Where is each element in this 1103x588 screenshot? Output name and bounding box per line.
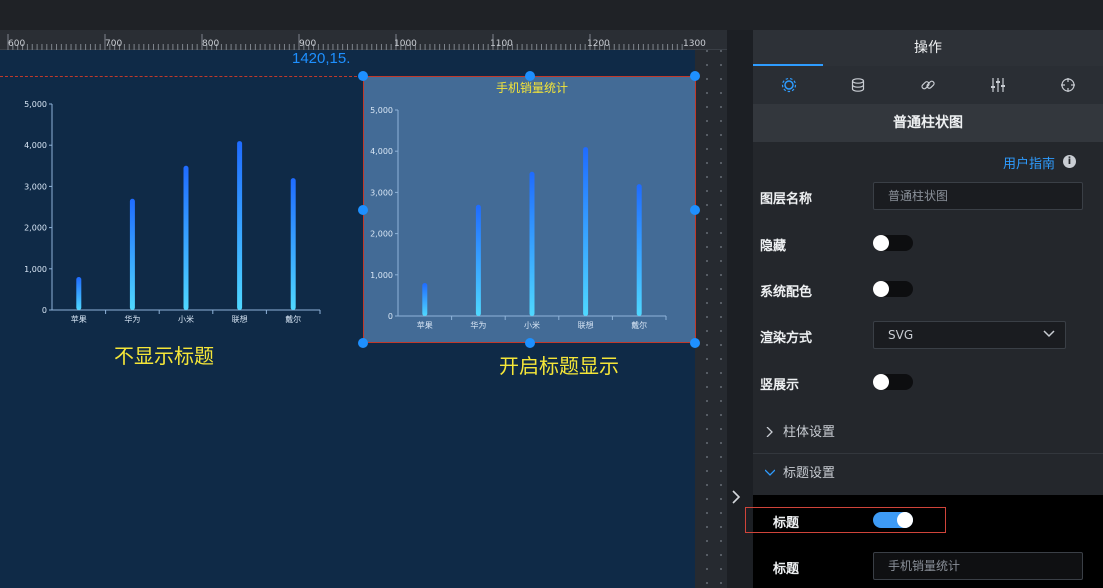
y-tick-label: 0	[388, 312, 393, 321]
annotation-highlight	[745, 507, 946, 533]
bar	[583, 147, 589, 316]
resize-handle[interactable]	[525, 71, 535, 81]
x-tick-label: 华为	[124, 314, 140, 324]
ruler-label: 800	[202, 39, 220, 49]
x-tick-label: 小米	[524, 320, 540, 330]
resize-handle[interactable]	[525, 338, 535, 348]
crosshair-icon[interactable]	[1060, 77, 1076, 93]
bar-settings-section[interactable]: 柱体设置	[753, 413, 1103, 453]
panel-tab-row	[753, 66, 1103, 104]
component-name: 普通柱状图	[753, 104, 1103, 142]
x-tick-label: 戴尔	[285, 314, 301, 324]
x-tick-label: 戴尔	[631, 320, 647, 330]
system-color-label: 系统配色	[760, 285, 813, 300]
render-mode-select[interactable]: SVG	[873, 321, 1066, 349]
bar	[76, 277, 82, 310]
resize-handle[interactable]	[358, 338, 368, 348]
vertical-toggle[interactable]	[873, 374, 913, 390]
bar	[422, 283, 428, 316]
title-input-label: 标题	[773, 562, 800, 577]
top-bar	[0, 0, 1103, 30]
panel-title: 操作	[753, 30, 1103, 66]
chevron-right-icon	[766, 427, 773, 437]
toggle-knob	[873, 235, 889, 251]
gear-icon[interactable]	[781, 77, 797, 93]
y-tick-label: 4,000	[370, 147, 393, 156]
resize-handle[interactable]	[358, 205, 368, 215]
y-tick-label: 1,000	[24, 265, 47, 274]
bar	[529, 171, 535, 316]
hidden-toggle[interactable]	[873, 235, 913, 251]
layer-name-label: 图层名称	[760, 192, 813, 207]
bar-chart-svg: 手机销量统计 0 1,000 2,000 3,000 4,000 5,000 苹果 华为 小米 联想…	[370, 81, 667, 330]
ruler-label: 1100	[490, 39, 513, 49]
y-tick-label: 5,000	[24, 100, 47, 109]
render-mode-value: SVG	[888, 328, 914, 342]
ruler-label: 600	[8, 39, 26, 49]
collapse-panel-button[interactable]	[731, 489, 741, 508]
bar-chart-no-title[interactable]: 0 1,000 2,000 3,000 4,000 5,000 苹果 华为 小米 联想 戴尔	[0, 95, 330, 330]
horizontal-ruler: 600 700 800 900 1000 1100 1200 1300	[0, 30, 727, 50]
link-icon[interactable]	[920, 77, 936, 93]
bar-chart-svg: 0 1,000 2,000 3,000 4,000 5,000 苹果 华为 小米 联想 戴尔	[24, 100, 321, 324]
y-tick-label: 1,000	[370, 271, 393, 280]
ruler-label: 1200	[587, 39, 610, 49]
y-tick-label: 2,000	[24, 224, 47, 233]
ruler-label: 1000	[394, 39, 417, 49]
alignment-guide	[0, 76, 362, 77]
x-tick-label: 联想	[578, 320, 594, 330]
bar	[129, 198, 135, 310]
bar	[290, 178, 296, 310]
y-tick-label: 0	[42, 306, 47, 315]
x-tick-label: 小米	[178, 314, 194, 324]
render-mode-label: 渲染方式	[760, 331, 813, 346]
ruler-label: 900	[299, 39, 317, 49]
bar	[237, 141, 243, 310]
y-tick-label: 4,000	[24, 141, 47, 150]
toggle-knob	[873, 374, 889, 390]
chevron-down-icon	[1043, 330, 1055, 338]
title-input[interactable]: 手机销量统计	[873, 552, 1083, 580]
app-root: 600 700 800 900 1000 1100 1200 1300 1420…	[0, 0, 1103, 588]
caption-title-on: 开启标题显示	[499, 354, 619, 378]
resize-handle[interactable]	[690, 338, 700, 348]
system-color-toggle[interactable]	[873, 281, 913, 297]
ruler-label: 700	[105, 39, 123, 49]
bar-chart-with-title[interactable]: 手机销量统计 0 1,000 2,000 3,000 4,000 5,000 苹果 华为 小米 联想…	[363, 76, 696, 343]
hidden-label: 隐藏	[760, 239, 787, 254]
title-settings-section[interactable]: 标题设置	[753, 454, 1103, 494]
layer-name-input[interactable]: 普通柱状图	[873, 182, 1083, 210]
sliders-icon[interactable]	[990, 77, 1006, 93]
resize-handle[interactable]	[690, 71, 700, 81]
info-icon[interactable]: i	[1063, 155, 1076, 168]
caption-no-title: 不显示标题	[114, 344, 214, 368]
title-settings-label: 标题设置	[783, 466, 836, 481]
x-tick-label: 苹果	[71, 314, 87, 324]
y-tick-label: 3,000	[24, 182, 47, 191]
bar	[475, 204, 481, 316]
database-icon[interactable]	[850, 77, 866, 93]
toggle-knob	[873, 281, 889, 297]
user-guide-link[interactable]: 用户指南	[1003, 153, 1055, 172]
x-tick-label: 华为	[470, 320, 486, 330]
coordinate-readout: 1420,15.	[292, 50, 351, 67]
x-tick-label: 苹果	[417, 320, 433, 330]
resize-handle[interactable]	[358, 71, 368, 81]
chevron-down-icon	[765, 469, 775, 476]
bar	[183, 165, 189, 310]
vertical-label: 竖展示	[760, 378, 800, 393]
properties-panel: 操作 普通柱状图 用户指南 i 图层名称 普通柱状图 隐藏 系统配色 渲染方式 …	[753, 30, 1103, 588]
chart-title: 手机销量统计	[496, 81, 568, 95]
chevron-right-icon	[732, 490, 741, 504]
resize-handle[interactable]	[690, 205, 700, 215]
y-tick-label: 3,000	[370, 188, 393, 197]
y-tick-label: 5,000	[370, 106, 393, 115]
bar-settings-label: 柱体设置	[783, 425, 836, 440]
ruler-label: 1300	[683, 39, 706, 49]
bar	[636, 184, 642, 316]
y-tick-label: 2,000	[370, 230, 393, 239]
x-tick-label: 联想	[232, 314, 248, 324]
